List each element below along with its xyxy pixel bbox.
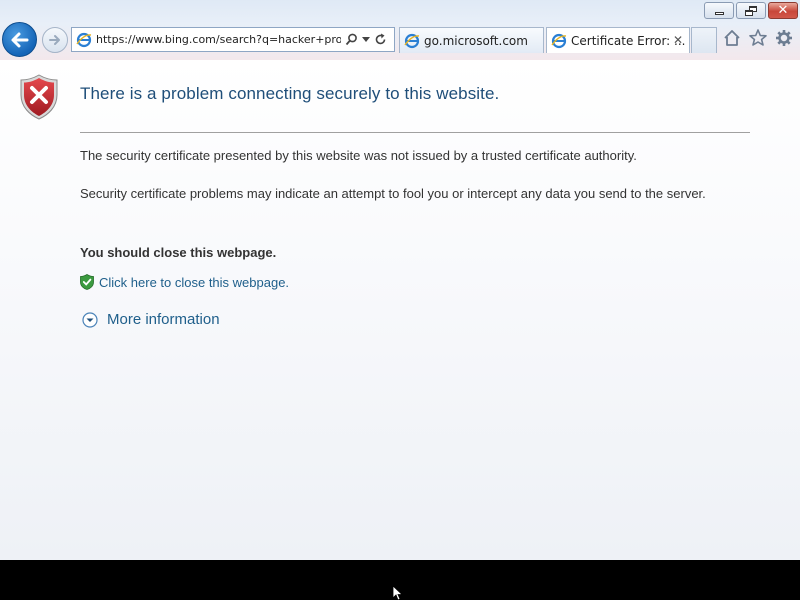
window-caption-buttons: ✕ <box>704 2 798 19</box>
error-warning: Security certificate problems may indica… <box>80 186 706 201</box>
browser-chrome: ✕ https://www.bing.com/search?q=hacker+p… <box>0 0 800 60</box>
green-shield-icon <box>80 274 94 290</box>
search-icon[interactable] <box>345 33 358 46</box>
settings-gear-icon[interactable] <box>774 28 794 48</box>
more-information-row[interactable]: More information <box>82 311 220 328</box>
tab-go-microsoft[interactable]: go.microsoft.com <box>399 27 544 53</box>
ie-icon <box>404 33 420 48</box>
tab-close-icon[interactable]: ✕ <box>673 33 683 47</box>
tab-label: Certificate Error: ... <box>571 33 686 48</box>
home-icon[interactable] <box>722 28 742 48</box>
command-icons <box>722 28 794 48</box>
restore-icon <box>745 5 757 16</box>
refresh-icon[interactable] <box>374 33 387 46</box>
expand-chevron-icon[interactable] <box>82 311 98 328</box>
tab-certificate-error[interactable]: Certificate Error: ... ✕ <box>546 27 690 53</box>
page-content: There is a problem connecting securely t… <box>0 60 800 560</box>
tab-label: go.microsoft.com <box>424 33 528 48</box>
back-button[interactable] <box>2 22 37 57</box>
minimize-button[interactable] <box>704 2 734 19</box>
close-webpage-link[interactable]: Click here to close this webpage. <box>99 275 289 290</box>
new-tab-button[interactable] <box>691 27 717 53</box>
page-title: There is a problem connecting securely t… <box>80 84 500 103</box>
close-icon: ✕ <box>777 3 789 18</box>
close-webpage-row[interactable]: Click here to close this webpage. <box>80 274 289 290</box>
dropdown-arrow-icon[interactable] <box>362 36 370 43</box>
error-description: The security certificate presented by th… <box>80 148 637 163</box>
ie-icon <box>76 32 92 47</box>
address-url[interactable]: https://www.bing.com/search?q=hacker+pro <box>96 33 341 46</box>
close-window-button[interactable]: ✕ <box>768 2 798 19</box>
forward-arrow-icon <box>49 35 60 45</box>
mouse-cursor-icon <box>393 586 403 600</box>
forward-button[interactable] <box>42 27 68 53</box>
favorites-star-icon[interactable] <box>748 28 768 48</box>
minimize-icon <box>714 12 724 15</box>
back-arrow-icon <box>11 32 28 47</box>
more-information-link[interactable]: More information <box>107 311 220 328</box>
restore-button[interactable] <box>736 2 766 19</box>
security-shield-error-icon <box>20 74 58 120</box>
divider <box>80 132 750 133</box>
recommendation-text: You should close this webpage. <box>80 245 277 260</box>
ie-icon <box>551 33 567 48</box>
address-bar[interactable]: https://www.bing.com/search?q=hacker+pro <box>71 27 395 52</box>
